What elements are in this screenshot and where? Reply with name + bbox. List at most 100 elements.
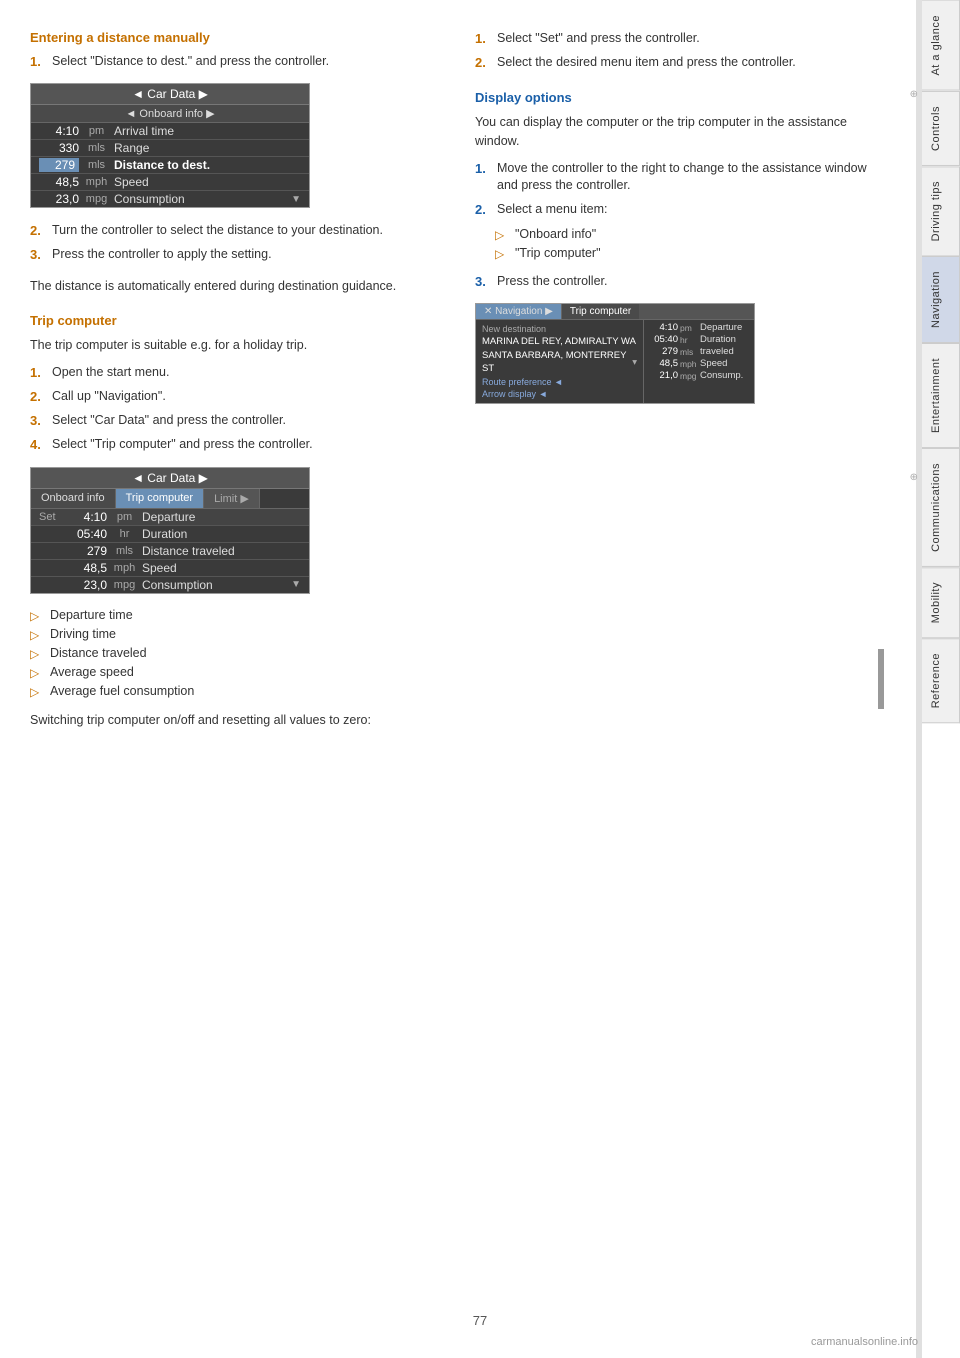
label-speed-1: Speed (114, 175, 301, 189)
disp-step-num-1: 1. (475, 160, 491, 195)
tab-mobility[interactable]: Mobility (922, 567, 960, 638)
val-speed-1: 48,5 (39, 175, 79, 189)
nav-data-duration: 05:40 hr Duration (648, 334, 750, 345)
corner-icon: ⊕ (910, 89, 918, 100)
section1-note: The distance is automatically entered du… (30, 277, 445, 295)
nav-screenshot: ✕ Navigation ▶ Trip computer New destina… (475, 303, 755, 404)
data-row-consumption-2: 23,0 mpg Consumption ▼ (31, 577, 309, 593)
right-step-num-2: 2. (475, 54, 491, 72)
nav-label-duration: Duration (700, 334, 736, 345)
tab-trip-computer[interactable]: Trip computer (116, 489, 204, 508)
trip-tabs: Onboard info Trip computer Limit ▶ (31, 489, 309, 509)
unit-range: mls (79, 142, 114, 154)
arrow-icon-5: ▷ (30, 685, 42, 699)
nav-label-consump: Consump. (700, 370, 743, 381)
step-text-2: Turn the controller to select the distan… (52, 222, 383, 240)
car-data-title-1: ◄ Car Data ▶ (132, 87, 208, 101)
label-speed-2: Speed (142, 561, 301, 575)
subheader-text-1: ◄ Onboard info ▶ (125, 107, 214, 120)
val-duration: 05:40 (67, 527, 107, 541)
bullet-departure-text: Departure time (50, 608, 133, 622)
right-step-2: 2. Select the desired menu item and pres… (475, 54, 890, 72)
disp-arrow-icon-1: ▷ (495, 228, 507, 242)
arrow-icon-4: ▷ (30, 666, 42, 680)
step-tc-3: 3. Select "Car Data" and press the contr… (30, 412, 445, 430)
section1-heading: Entering a distance manually (30, 30, 445, 45)
step-number-2: 2. (30, 222, 46, 240)
bullet-driving-text: Driving time (50, 627, 116, 641)
disp-step-num-2: 2. (475, 201, 491, 219)
tab-controls[interactable]: Controls (922, 91, 960, 166)
nav-dest-name-2-text: SANTA BARBARA, MONTERREY ST (482, 350, 628, 375)
disp-bullet-onboard-text: "Onboard info" (515, 227, 596, 241)
main-content: Entering a distance manually 1. Select "… (0, 0, 920, 769)
arrow-icon-3: ▷ (30, 647, 42, 661)
arrow-icon-2: ▷ (30, 628, 42, 642)
unit-distance: mls (79, 159, 114, 171)
val-consumption-1: 23,0 (39, 192, 79, 206)
corner-icon-2: ⊕ (910, 472, 918, 483)
val-departure: 4:10 (67, 510, 107, 524)
bullet-list: ▷ Departure time ▷ Driving time ▷ Distan… (30, 608, 445, 699)
disp-bullet-trip-text: "Trip computer" (515, 246, 601, 260)
page-indicator (878, 649, 884, 709)
bullet-fuel: ▷ Average fuel consumption (30, 684, 445, 699)
tab-reference[interactable]: Reference (922, 638, 960, 723)
tab-limit[interactable]: Limit ▶ (204, 489, 260, 508)
label-consumption-1: Consumption (114, 192, 291, 206)
page-number: 77 (473, 1313, 487, 1328)
step-text: Select "Distance to dest." and press the… (52, 53, 329, 71)
step-tc-num-1: 1. (30, 364, 46, 382)
tab-communications[interactable]: Communications (922, 448, 960, 567)
disp-arrow-icon-2: ▷ (495, 247, 507, 261)
arrow-icon-1: ▷ (30, 609, 42, 623)
data-row-distance: 279 mls Distance to dest. (31, 157, 309, 174)
tab-at-a-glance[interactable]: At a glance (922, 0, 960, 91)
right-column: 1. Select "Set" and press the controller… (475, 30, 890, 739)
label-dist-traveled: Distance traveled (142, 544, 301, 558)
disp-bullet-trip: ▷ "Trip computer" (495, 246, 890, 261)
car-data-subheader-1: ◄ Onboard info ▶ (31, 105, 309, 123)
val-arrival: 4:10 (39, 124, 79, 138)
nav-unit-traveled: mls (680, 347, 698, 357)
nav-data-traveled: 279 mls traveled (648, 346, 750, 357)
tab-navigation[interactable]: Navigation (922, 256, 960, 343)
display-options-steps-3: 3. Press the controller. (475, 273, 890, 291)
nav-tab-trip: Trip computer (562, 304, 639, 319)
left-column: Entering a distance manually 1. Select "… (30, 30, 445, 739)
tab-driving-tips[interactable]: Driving tips (922, 166, 960, 256)
disp-step-2: 2. Select a menu item: (475, 201, 890, 219)
tab-onboard-info[interactable]: Onboard info (31, 489, 116, 508)
nav-route-link: Route preference ◄ (482, 377, 637, 387)
nav-header: ✕ Navigation ▶ Trip computer (476, 304, 754, 320)
disp-step-text-1: Move the controller to the right to chan… (497, 160, 890, 195)
step-item-2: 2. Turn the controller to select the dis… (30, 222, 445, 240)
tab-entertainment[interactable]: Entertainment (922, 343, 960, 448)
val-dist-traveled: 279 (67, 544, 107, 558)
disp-bullet-onboard: ▷ "Onboard info" (495, 227, 890, 242)
nav-data-speed: 48,5 mph Speed (648, 358, 750, 369)
step-tc-text-3: Select "Car Data" and press the controll… (52, 412, 286, 430)
bullet-distance-text: Distance traveled (50, 646, 147, 660)
nav-body: New destination MARINA DEL REY, ADMIRALT… (476, 320, 754, 403)
nav-left-panel: New destination MARINA DEL REY, ADMIRALT… (476, 320, 644, 403)
nav-val-consump: 21,0 (648, 370, 678, 381)
right-section1-steps: 1. Select "Set" and press the controller… (475, 30, 890, 72)
nav-unit-departure: pm (680, 323, 698, 333)
disp-step-1: 1. Move the controller to the right to c… (475, 160, 890, 195)
scroll-arrow-2: ▼ (291, 579, 301, 590)
nav-tab-label: ✕ Navigation ▶ (484, 306, 553, 317)
label-duration: Duration (142, 527, 301, 541)
right-step-num-1: 1. (475, 30, 491, 48)
nav-val-duration: 05:40 (648, 334, 678, 345)
section1-steps: 1. Select "Distance to dest." and press … (30, 53, 445, 71)
section2-heading: Trip computer (30, 313, 445, 328)
data-row-consumption-1: 23,0 mpg Consumption ▼ (31, 191, 309, 207)
bullet-driving: ▷ Driving time (30, 627, 445, 642)
data-row-speed: 48,5 mph Speed (31, 174, 309, 191)
nav-label-speed: Speed (700, 358, 727, 369)
step-item-3: 3. Press the controller to apply the set… (30, 246, 445, 264)
car-data-header-1: ◄ Car Data ▶ ⊕ (31, 84, 309, 105)
step-tc-4: 4. Select "Trip computer" and press the … (30, 436, 445, 454)
data-row-speed-2: 48,5 mph Speed (31, 560, 309, 577)
